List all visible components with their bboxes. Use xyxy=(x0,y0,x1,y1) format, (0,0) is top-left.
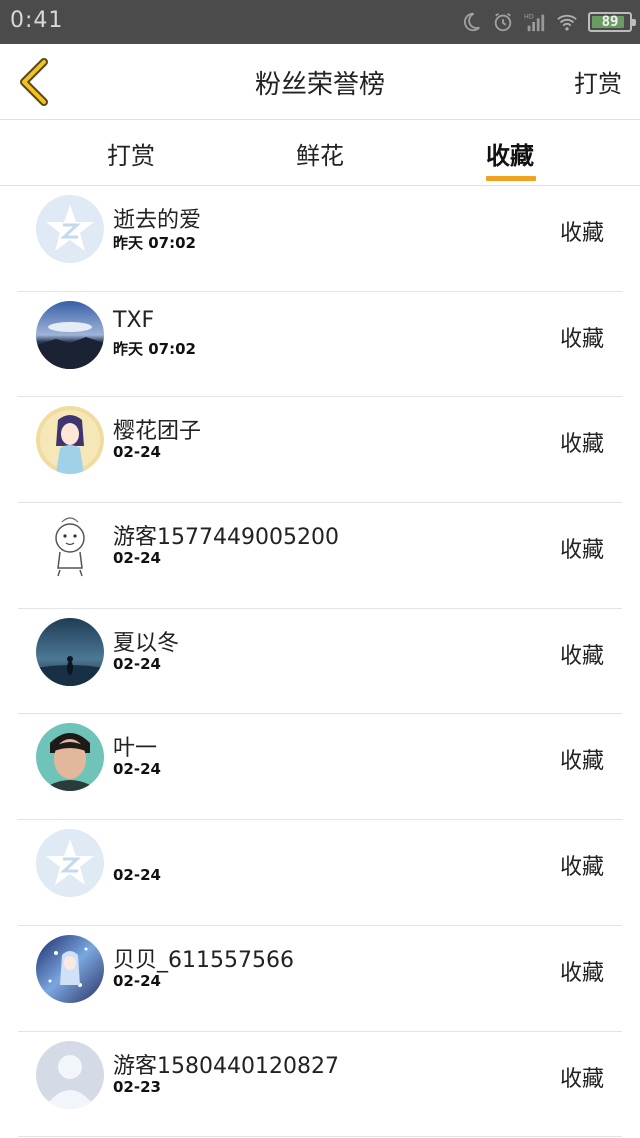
list-item[interactable]: 逝去的爱 昨天 07:02 收藏 xyxy=(18,186,622,292)
tab-collect[interactable]: 收藏 xyxy=(486,136,534,171)
wifi-icon xyxy=(557,14,577,31)
user-name: 贝贝_611557566 xyxy=(113,947,294,973)
moon-icon xyxy=(463,12,480,32)
tab-bar: 打赏 鲜花 收藏 xyxy=(0,120,640,186)
collect-label: 收藏 xyxy=(559,749,604,775)
list-item[interactable]: 夏以冬 02-24 收藏 xyxy=(18,609,622,715)
tab-reward[interactable]: 打赏 xyxy=(107,136,155,171)
night-sky-avatar-icon xyxy=(36,617,104,686)
reward-button[interactable]: 打赏 xyxy=(574,64,622,99)
default-qq-avatar-icon xyxy=(36,195,104,263)
person-photo-avatar-icon xyxy=(36,723,104,792)
list-item[interactable]: 叶一 02-24 收藏 xyxy=(18,714,622,821)
alarm-icon xyxy=(494,12,512,32)
user-name: 叶一 xyxy=(113,736,158,762)
cartoon-sketch-avatar-icon xyxy=(36,512,104,581)
collect-label: 收藏 xyxy=(559,538,604,564)
default-person-avatar-icon xyxy=(36,1040,104,1109)
collect-time: 02-24 xyxy=(113,443,161,462)
user-name: 游客1580440120827 xyxy=(113,1053,339,1079)
status-time: 0:41 xyxy=(10,8,64,33)
collect-label: 收藏 xyxy=(559,432,604,458)
fans-list: 逝去的爱 昨天 07:02 收藏 TXF 昨天 07:02 收藏 樱花团子 02… xyxy=(18,186,622,1138)
anime-blue-avatar-icon xyxy=(36,934,104,1003)
status-icons: HD 89 xyxy=(460,9,636,35)
battery-level: 89 xyxy=(601,14,619,30)
user-name: 夏以冬 xyxy=(113,630,180,656)
svg-text:HD: HD xyxy=(524,12,534,20)
list-item[interactable]: 樱花团子 02-24 收藏 xyxy=(18,397,622,504)
collect-time: 02-23 xyxy=(113,1077,161,1096)
app-header: 粉丝荣誉榜 打赏 xyxy=(0,44,640,120)
list-item[interactable]: 贝贝_611557566 02-24 收藏 xyxy=(18,926,622,1032)
landscape-avatar-icon xyxy=(36,300,104,369)
collect-time: 02-24 xyxy=(113,760,161,779)
collect-time: 昨天 07:02 xyxy=(113,339,196,358)
collect-time: 02-24 xyxy=(113,549,161,568)
collect-label: 收藏 xyxy=(559,1066,604,1092)
collect-time: 02-24 xyxy=(113,866,161,885)
collect-time: 02-24 xyxy=(113,654,161,673)
tab-flowers[interactable]: 鲜花 xyxy=(296,136,344,171)
collect-label: 收藏 xyxy=(559,960,604,986)
active-tab-indicator xyxy=(486,176,536,181)
collect-time: 02-24 xyxy=(113,971,161,990)
user-name: 樱花团子 xyxy=(113,419,202,445)
anime-girl-avatar-icon xyxy=(36,406,104,475)
user-name: 逝去的爱 xyxy=(113,208,202,233)
list-item[interactable]: 游客1577449005200 02-24 收藏 xyxy=(18,503,622,609)
status-bar: 0:41 HD 89 xyxy=(0,0,640,44)
user-name: TXF xyxy=(113,307,155,333)
signal-icon: HD xyxy=(524,12,545,32)
default-qq-avatar-icon xyxy=(36,829,104,898)
collect-label: 收藏 xyxy=(559,855,604,881)
list-item[interactable]: 游客1580440120827 02-23 收藏 xyxy=(18,1032,622,1138)
collect-label: 收藏 xyxy=(559,643,604,669)
collect-time: 昨天 07:02 xyxy=(113,234,196,252)
page-title: 粉丝荣誉榜 xyxy=(254,70,385,100)
list-item[interactable]: TXF 昨天 07:02 收藏 xyxy=(18,292,622,398)
list-item[interactable]: 02-24 收藏 xyxy=(18,820,622,926)
collect-label: 收藏 xyxy=(559,221,604,246)
user-name: 游客1577449005200 xyxy=(113,525,339,551)
battery-tip xyxy=(632,19,636,26)
battery-icon: 89 xyxy=(588,12,636,32)
collect-label: 收藏 xyxy=(559,326,604,352)
